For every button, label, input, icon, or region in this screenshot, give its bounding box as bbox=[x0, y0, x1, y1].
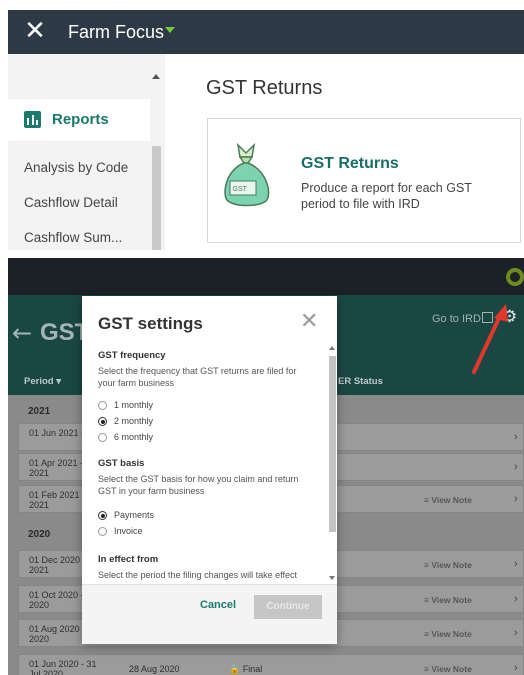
radio-button[interactable] bbox=[98, 527, 107, 536]
scroll-up-icon[interactable] bbox=[329, 346, 335, 350]
view-note-link[interactable]: ≡ View Note bbox=[424, 629, 472, 639]
radio-button-selected[interactable] bbox=[98, 511, 107, 520]
sidebar: Reports Analysis by Code Cashflow Detail… bbox=[8, 54, 165, 250]
gst-returns-card[interactable]: GST GST Returns Produce a report for eac… bbox=[207, 118, 521, 243]
section-description: Select the period the filing changes wil… bbox=[98, 570, 297, 580]
scroll-down-icon[interactable] bbox=[329, 576, 335, 580]
close-icon[interactable]: ✕ bbox=[22, 18, 48, 44]
logo-icon bbox=[506, 268, 524, 286]
chevron-right-icon: › bbox=[514, 558, 518, 570]
column-header-status: ER Status bbox=[338, 376, 383, 387]
app-topbar-dimmed bbox=[8, 258, 524, 295]
chevron-right-icon: › bbox=[514, 431, 518, 443]
chevron-right-icon: › bbox=[514, 461, 518, 473]
dialog-scrollbar[interactable] bbox=[329, 346, 337, 584]
table-row[interactable]: 01 Jun 2020 - 31 Jul 2020 28 Aug 2020 🔒 … bbox=[18, 654, 524, 675]
sidebar-item-cashflow-summary[interactable]: Cashflow Sum... bbox=[24, 230, 122, 245]
section-heading: In effect from bbox=[98, 554, 159, 565]
view-note-link[interactable]: ≡ View Note bbox=[424, 495, 472, 505]
sidebar-item-analysis-by-code[interactable]: Analysis by Code bbox=[24, 160, 128, 175]
due-date: 28 Aug 2020 bbox=[129, 664, 180, 674]
money-bag-label: GST bbox=[233, 186, 248, 193]
close-icon[interactable]: ✕ bbox=[300, 309, 318, 334]
chevron-right-icon: › bbox=[514, 627, 518, 639]
continue-button[interactable]: Continue bbox=[254, 595, 322, 619]
card-title[interactable]: GST Returns bbox=[301, 155, 399, 173]
scrollbar-thumb[interactable] bbox=[329, 356, 336, 532]
radio-button[interactable] bbox=[98, 433, 107, 442]
bar-chart-icon bbox=[24, 111, 41, 128]
section-heading: GST basis bbox=[98, 458, 145, 469]
scroll-up-icon[interactable] bbox=[152, 74, 160, 79]
section-heading: GST frequency bbox=[98, 350, 166, 361]
view-note-link[interactable]: ≡ View Note bbox=[424, 560, 472, 570]
sidebar-item-reports[interactable]: Reports bbox=[8, 99, 150, 141]
red-arrow-annotation bbox=[472, 304, 508, 374]
app-name-dropdown[interactable]: Farm Focus bbox=[68, 21, 164, 43]
sidebar-scrollbar[interactable] bbox=[152, 146, 161, 250]
dialog-title: GST settings bbox=[98, 314, 203, 333]
view-note-link[interactable]: ≡ View Note bbox=[424, 595, 472, 605]
back-arrow-icon[interactable]: ← bbox=[12, 319, 32, 347]
money-bag-icon: GST bbox=[224, 142, 270, 207]
chevron-right-icon: › bbox=[514, 593, 518, 605]
dialog-body[interactable]: GST frequency Select the frequency that … bbox=[82, 344, 337, 584]
view-note-link[interactable]: ≡ View Note bbox=[424, 664, 472, 674]
section-description: Select the GST basis for how you claim a… bbox=[98, 474, 299, 496]
column-header-period[interactable]: Period ▾ bbox=[24, 376, 61, 387]
chevron-right-icon: › bbox=[514, 662, 518, 674]
sidebar-item-cashflow-detail[interactable]: Cashflow Detail bbox=[24, 195, 118, 210]
app-topbar: ✕ Farm Focus bbox=[8, 10, 524, 54]
chevron-down-icon[interactable] bbox=[165, 27, 175, 33]
top-panel: ✕ Farm Focus Reports Analysis by Code Ca… bbox=[8, 10, 524, 250]
cancel-button[interactable]: Cancel bbox=[200, 599, 236, 611]
radio-button-selected[interactable] bbox=[98, 417, 107, 426]
sidebar-item-label: Reports bbox=[52, 111, 109, 128]
dialog-footer: Cancel Continue bbox=[82, 584, 337, 644]
page-title: GST Returns bbox=[206, 77, 323, 99]
section-description: Select the frequency that GST returns ar… bbox=[98, 366, 297, 388]
chevron-right-icon: › bbox=[514, 493, 518, 505]
card-description: Produce a report for each GST period to … bbox=[301, 181, 472, 211]
status-label: 🔒 Final bbox=[229, 664, 263, 674]
radio-button[interactable] bbox=[98, 401, 107, 410]
gst-settings-dialog: GST settings ✕ GST frequency Select the … bbox=[82, 296, 337, 644]
